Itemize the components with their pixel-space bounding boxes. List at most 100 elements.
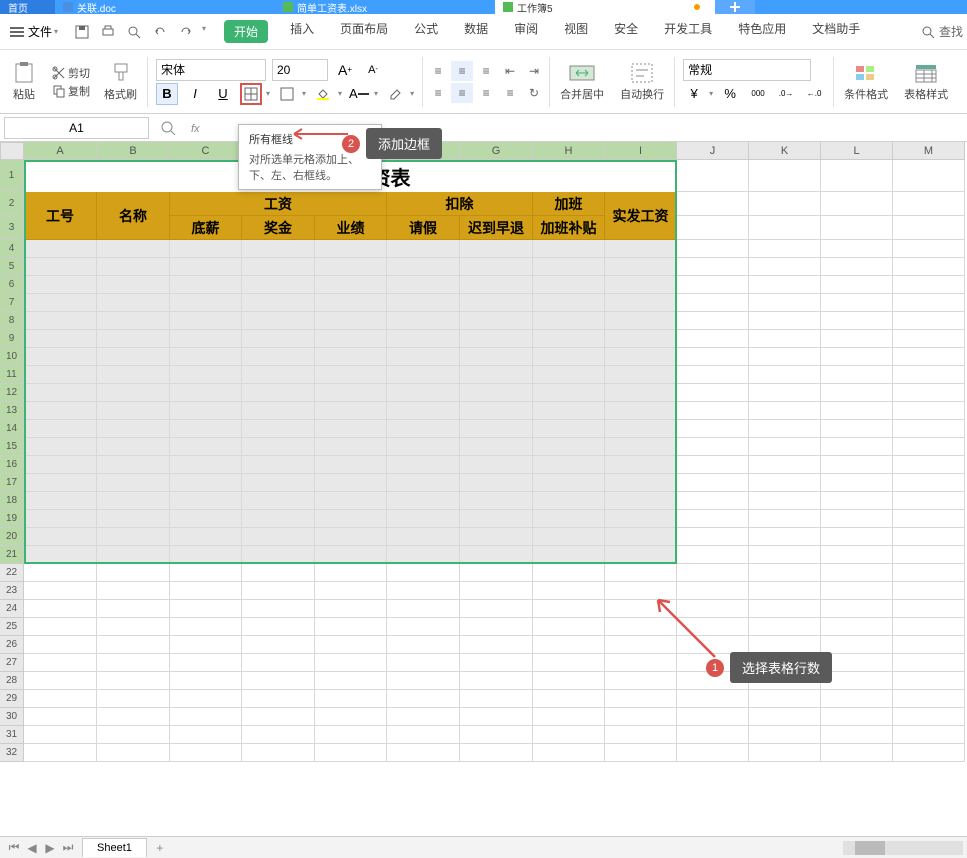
cell[interactable] — [749, 160, 821, 192]
cell[interactable] — [24, 708, 97, 726]
cell[interactable] — [315, 240, 387, 258]
cell[interactable] — [315, 726, 387, 744]
border-dropdown-icon[interactable]: ▾ — [266, 89, 270, 98]
cell[interactable] — [97, 708, 170, 726]
row-header-23[interactable]: 23 — [0, 582, 24, 600]
cell[interactable] — [821, 348, 893, 366]
cell[interactable] — [24, 240, 97, 258]
cell[interactable] — [24, 618, 97, 636]
cell[interactable] — [821, 312, 893, 330]
cell[interactable] — [749, 708, 821, 726]
cell[interactable] — [821, 564, 893, 582]
cell[interactable] — [460, 276, 533, 294]
cell[interactable] — [605, 276, 677, 294]
cell[interactable] — [893, 402, 965, 420]
cell[interactable] — [315, 492, 387, 510]
cell[interactable] — [97, 726, 170, 744]
cell[interactable] — [460, 384, 533, 402]
cell[interactable] — [821, 160, 893, 192]
cell[interactable] — [749, 366, 821, 384]
cell[interactable] — [242, 636, 315, 654]
cell[interactable] — [677, 348, 749, 366]
tab-xlsx[interactable]: 简单工资表.xlsx — [275, 0, 495, 14]
cell[interactable] — [315, 636, 387, 654]
cell[interactable] — [170, 330, 242, 348]
copy-button[interactable]: 复制 — [52, 83, 90, 99]
cell[interactable] — [170, 708, 242, 726]
cell[interactable] — [893, 420, 965, 438]
cell[interactable] — [97, 690, 170, 708]
cell[interactable] — [821, 192, 893, 216]
cell[interactable] — [97, 240, 170, 258]
cell[interactable] — [97, 672, 170, 690]
cell[interactable] — [242, 330, 315, 348]
cell[interactable] — [821, 438, 893, 456]
cell[interactable] — [242, 348, 315, 366]
cell[interactable] — [605, 240, 677, 258]
cell[interactable] — [387, 402, 460, 420]
header-cell[interactable]: 扣除 — [387, 192, 533, 216]
cell[interactable] — [170, 726, 242, 744]
header-cell[interactable]: 请假 — [387, 216, 460, 240]
cell[interactable] — [821, 528, 893, 546]
cell[interactable] — [821, 384, 893, 402]
cell[interactable] — [749, 528, 821, 546]
row-header-1[interactable]: 1 — [0, 160, 24, 192]
cell[interactable] — [749, 330, 821, 348]
cell[interactable] — [533, 546, 605, 564]
row-header-6[interactable]: 6 — [0, 276, 24, 294]
cell[interactable] — [677, 690, 749, 708]
col-header-G[interactable]: G — [460, 142, 533, 160]
cell[interactable] — [677, 330, 749, 348]
cell[interactable] — [170, 438, 242, 456]
cell[interactable] — [893, 330, 965, 348]
cell[interactable] — [605, 456, 677, 474]
cell[interactable] — [821, 258, 893, 276]
cell[interactable] — [893, 348, 965, 366]
cell[interactable] — [749, 438, 821, 456]
italic-button[interactable]: I — [184, 83, 206, 105]
cell[interactable] — [533, 708, 605, 726]
cell[interactable] — [533, 240, 605, 258]
row-header-14[interactable]: 14 — [0, 420, 24, 438]
cell[interactable] — [893, 564, 965, 582]
cell[interactable] — [460, 312, 533, 330]
cell[interactable] — [242, 564, 315, 582]
cell[interactable] — [387, 330, 460, 348]
font-color-button[interactable]: A — [348, 83, 370, 105]
col-header-L[interactable]: L — [821, 142, 893, 160]
cell[interactable] — [893, 294, 965, 312]
row-header-20[interactable]: 20 — [0, 528, 24, 546]
cell[interactable] — [533, 654, 605, 672]
row-header-19[interactable]: 19 — [0, 510, 24, 528]
cell[interactable] — [460, 366, 533, 384]
cell[interactable] — [533, 528, 605, 546]
row-header-17[interactable]: 17 — [0, 474, 24, 492]
cell[interactable] — [24, 636, 97, 654]
cell[interactable] — [170, 384, 242, 402]
paste-group[interactable]: 粘贴 — [4, 52, 44, 111]
cell[interactable] — [387, 258, 460, 276]
fill-color-button[interactable] — [312, 83, 334, 105]
cell[interactable] — [533, 330, 605, 348]
cell[interactable] — [315, 528, 387, 546]
cell[interactable] — [533, 312, 605, 330]
cell[interactable] — [315, 582, 387, 600]
ribbon-tab-data[interactable]: 数据 — [460, 20, 492, 43]
cell[interactable] — [893, 726, 965, 744]
cell[interactable] — [242, 312, 315, 330]
cell[interactable] — [97, 420, 170, 438]
cell[interactable] — [533, 348, 605, 366]
cell[interactable] — [242, 384, 315, 402]
cell[interactable] — [605, 708, 677, 726]
cell[interactable] — [677, 366, 749, 384]
select-all-corner[interactable] — [0, 142, 24, 160]
row-header-21[interactable]: 21 — [0, 546, 24, 564]
ribbon-tab-safe[interactable]: 安全 — [610, 20, 642, 43]
cell[interactable] — [677, 420, 749, 438]
cell[interactable] — [315, 402, 387, 420]
cell[interactable] — [893, 456, 965, 474]
cell[interactable] — [893, 474, 965, 492]
cell[interactable] — [749, 456, 821, 474]
cell[interactable] — [387, 474, 460, 492]
